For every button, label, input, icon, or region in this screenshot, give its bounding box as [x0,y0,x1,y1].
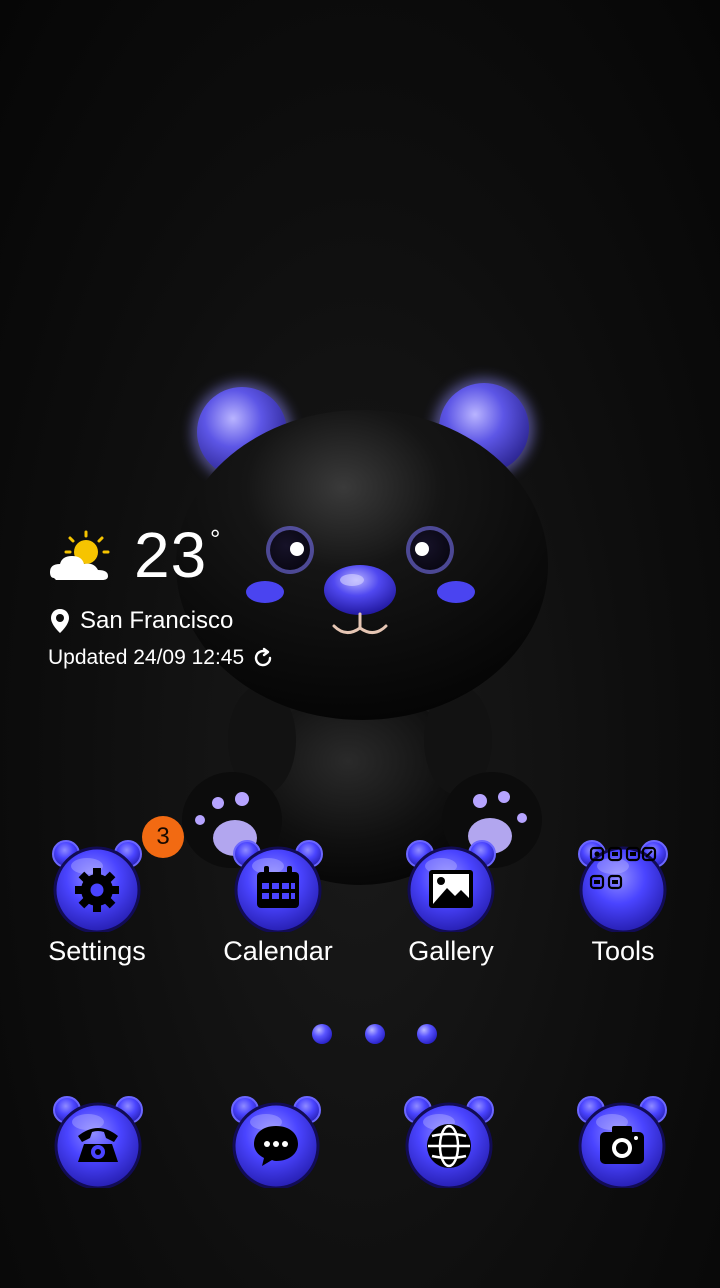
refresh-icon[interactable] [252,647,274,669]
weather-widget[interactable]: 23 ° San Francisco Updated 24/09 12:45 [48,520,348,680]
browser-globe-icon [403,1095,495,1190]
page-dot[interactable] [417,1024,437,1044]
camera-icon [576,1095,668,1190]
partly-sunny-icon [50,530,110,580]
app-gallery[interactable]: Gallery [378,836,518,986]
location-row: San Francisco [50,606,233,636]
page-indicator[interactable] [305,1024,445,1048]
tools-folder-icon [577,839,669,932]
messages-icon [230,1095,322,1190]
image-icon [405,839,497,932]
degree-symbol: ° [210,524,221,554]
updated-text: Updated 24/09 12:45 [48,646,245,669]
app-label: Gallery [408,936,494,966]
gear-icon [51,839,143,932]
calendar-icon [232,839,324,932]
app-calendar[interactable]: Calendar [205,836,345,986]
notification-badge: 3 [142,816,184,858]
page-dot[interactable] [312,1024,332,1044]
app-label: Settings [48,936,146,966]
location-pin-icon [51,609,69,633]
dock-messages[interactable] [228,1092,328,1192]
temperature: 23 [134,519,208,591]
app-settings[interactable]: 3 Settings [24,816,184,986]
city-name: San Francisco [80,607,234,634]
dock-camera[interactable] [574,1092,674,1192]
dock-phone[interactable] [50,1092,150,1192]
phone-icon [52,1095,144,1190]
dock-browser[interactable] [401,1092,501,1192]
app-label: Tools [591,936,655,966]
app-label: Calendar [223,936,333,966]
page-dot[interactable] [365,1024,385,1044]
updated-row: Updated 24/09 12:45 [48,644,274,672]
app-tools[interactable]: Tools [550,836,690,986]
